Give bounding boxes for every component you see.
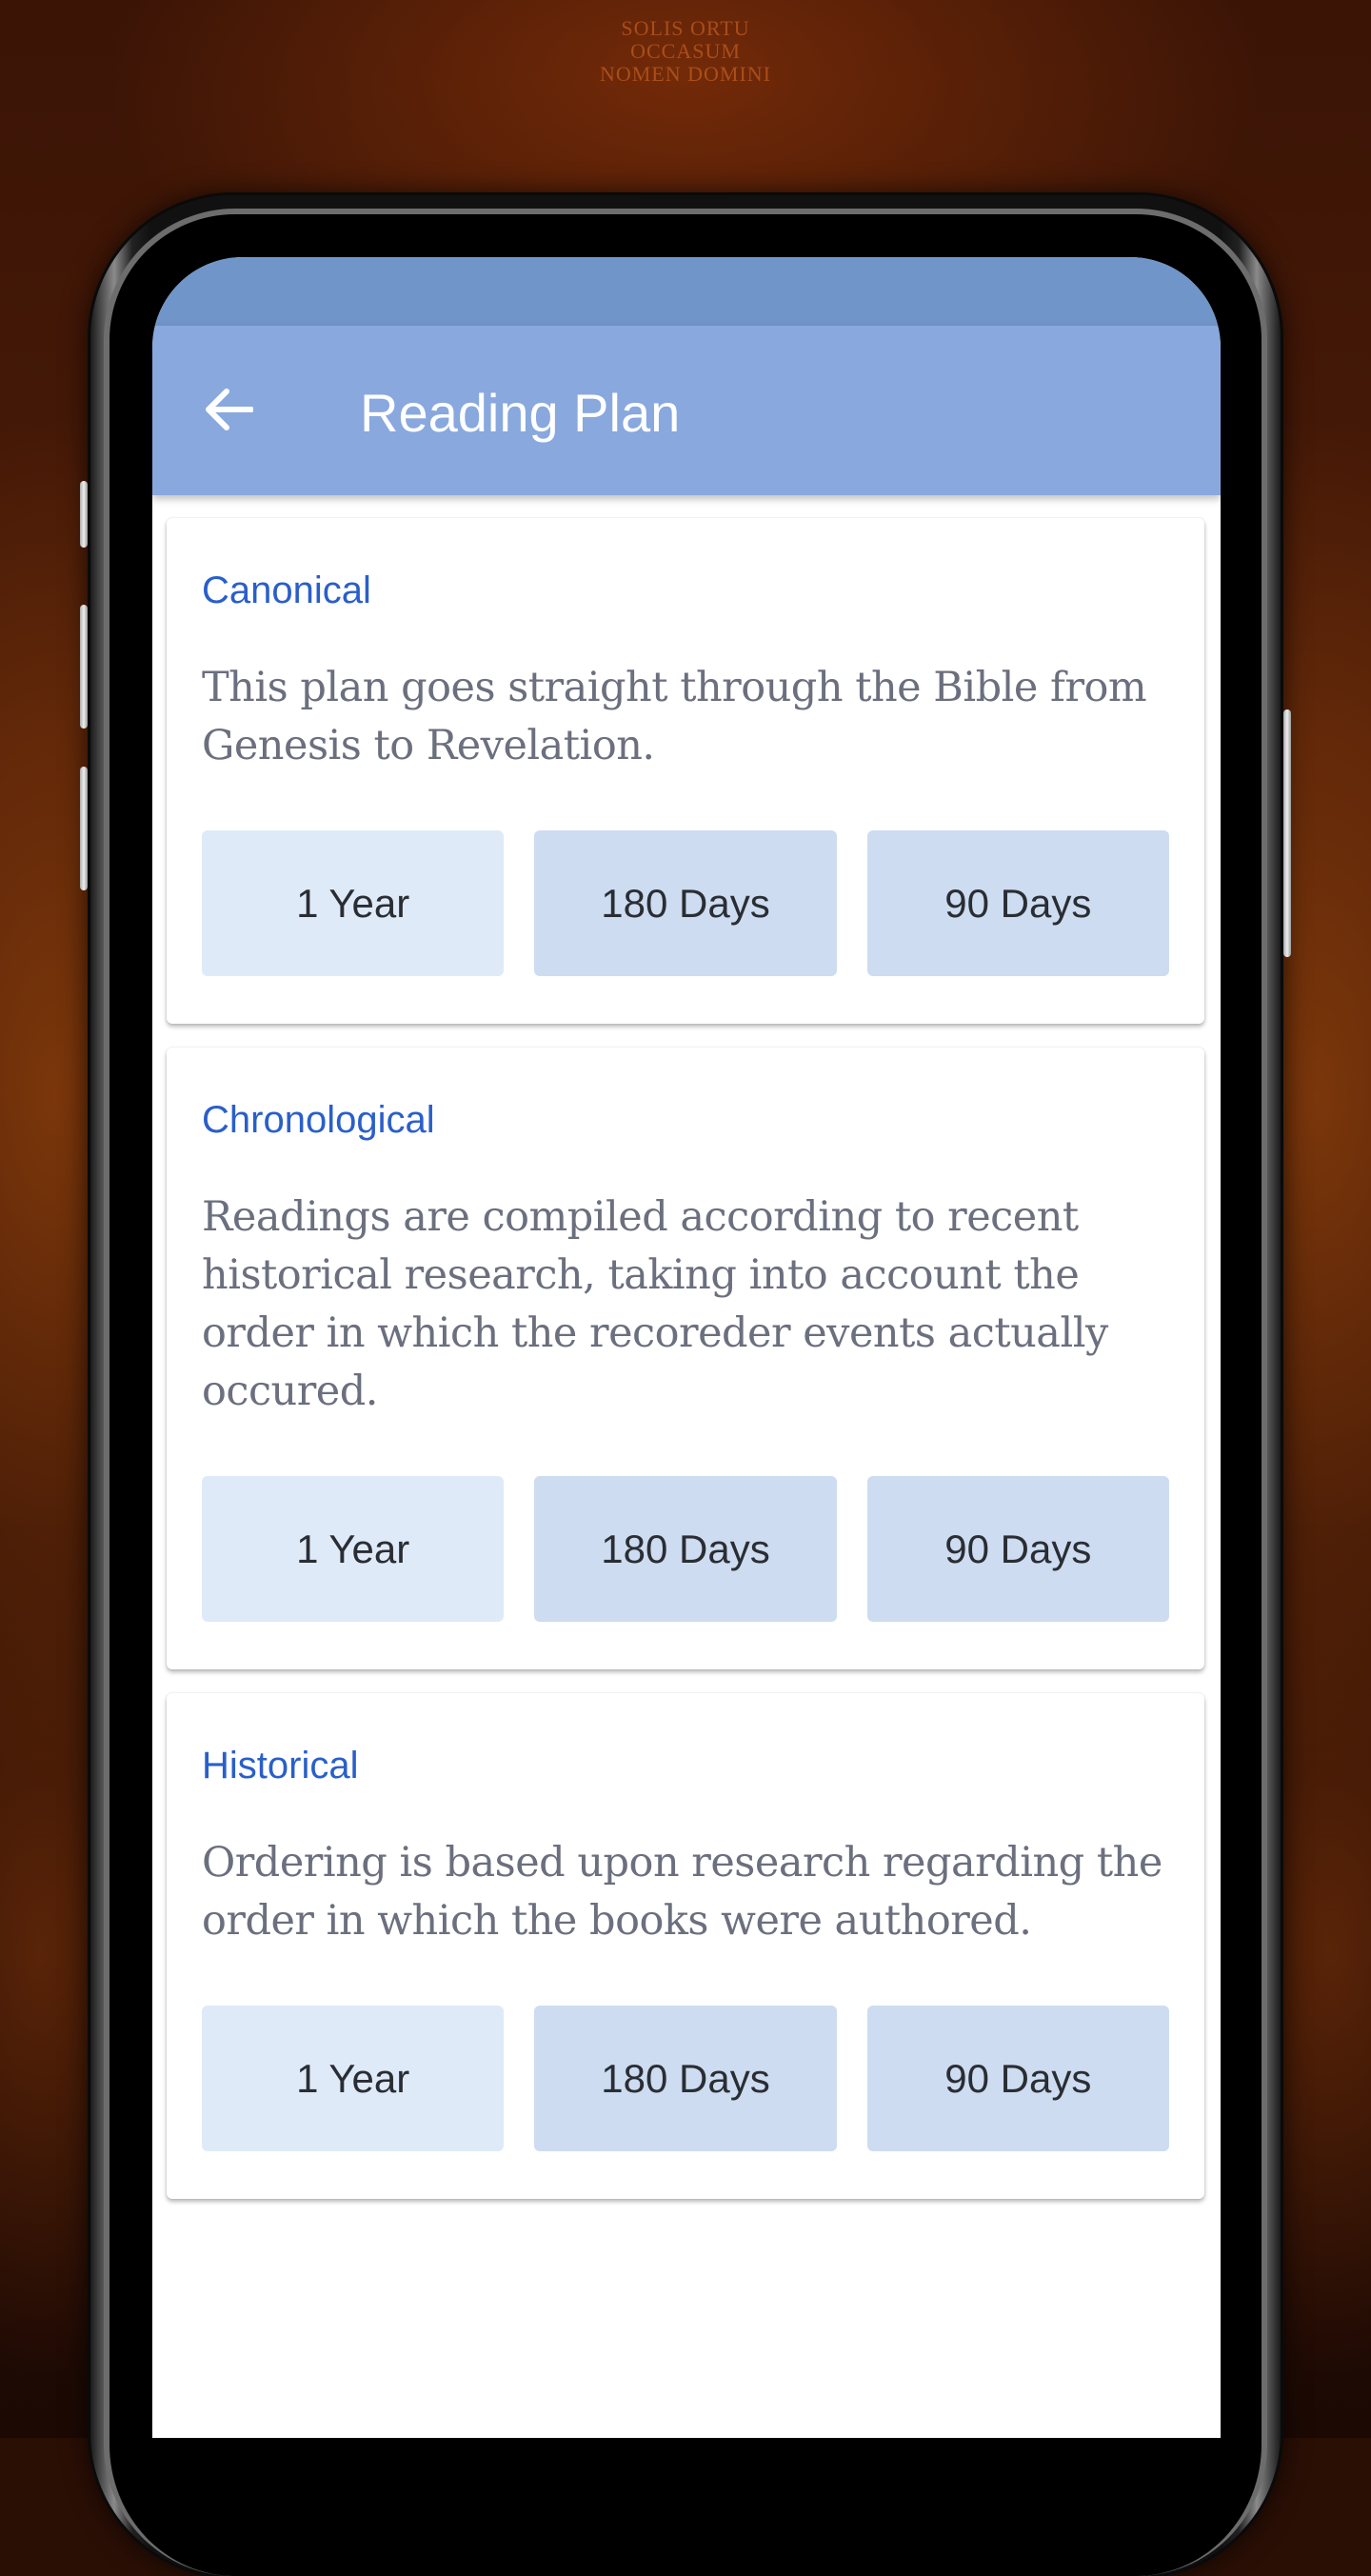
duration-button-1-year[interactable]: 1 Year [202, 1476, 505, 1622]
plan-card-canonical: Canonical This plan goes straight throug… [167, 518, 1204, 1024]
duration-button-90-days[interactable]: 90 Days [866, 1476, 1169, 1622]
page-title: Reading Plan [360, 383, 681, 443]
duration-button-90-days[interactable]: 90 Days [866, 2006, 1169, 2151]
plan-card-historical: Historical Ordering is based upon resear… [167, 1693, 1204, 2199]
duration-button-90-days[interactable]: 90 Days [866, 830, 1169, 976]
phone-screen: Reading Plan Canonical This plan goes st… [152, 257, 1221, 2438]
plan-description: Ordering is based upon research regardin… [202, 1839, 1162, 1945]
duration-options: 1 Year 180 Days 90 Days [202, 1476, 1169, 1622]
inscription-line: OCCASUM [630, 39, 741, 63]
app-bar: Reading Plan [152, 326, 1221, 495]
background-inscription: SOLIS ORTU OCCASUM NOMEN DOMINI [571, 17, 800, 86]
plan-list: Canonical This plan goes straight throug… [152, 495, 1221, 2199]
status-bar [152, 257, 1221, 326]
phone-side-button [80, 481, 88, 548]
plan-title: Canonical [202, 569, 371, 611]
inscription-line: NOMEN DOMINI [599, 62, 772, 86]
plan-card-chronological: Chronological Readings are compiled acco… [167, 1048, 1204, 1669]
plan-description: This plan goes straight through the Bibl… [202, 664, 1147, 769]
plan-title: Historical [202, 1745, 359, 1787]
duration-options: 1 Year 180 Days 90 Days [202, 830, 1169, 976]
duration-button-180-days[interactable]: 180 Days [534, 830, 837, 976]
duration-button-1-year[interactable]: 1 Year [202, 2006, 505, 2151]
phone-side-button [80, 767, 88, 890]
duration-button-180-days[interactable]: 180 Days [534, 2006, 837, 2151]
duration-button-1-year[interactable]: 1 Year [202, 830, 505, 976]
plan-description: Readings are compiled according to recen… [202, 1193, 1108, 1415]
duration-button-180-days[interactable]: 180 Days [534, 1476, 837, 1622]
duration-options: 1 Year 180 Days 90 Days [202, 2006, 1169, 2151]
plan-title: Chronological [202, 1099, 435, 1141]
inscription-line: SOLIS ORTU [621, 16, 750, 40]
phone-side-button [1283, 709, 1291, 957]
arrow-left-icon [206, 389, 253, 430]
phone-side-button [80, 605, 88, 729]
back-button[interactable] [200, 381, 257, 438]
